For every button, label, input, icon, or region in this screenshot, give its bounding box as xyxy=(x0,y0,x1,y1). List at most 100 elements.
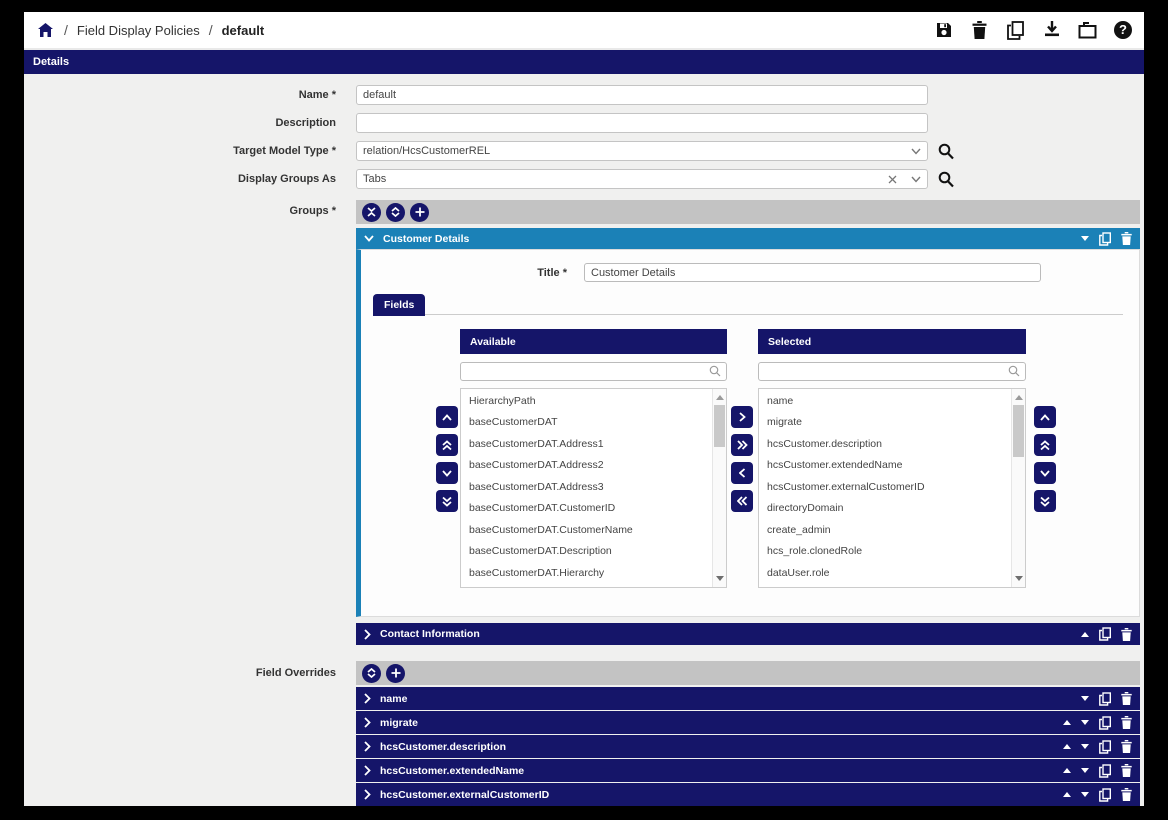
move-all-right-button[interactable] xyxy=(731,434,753,456)
clone-override-icon[interactable] xyxy=(1099,764,1111,778)
selected-list-item[interactable]: hcsCustomer.description xyxy=(759,434,1025,456)
selected-list-item[interactable]: dataUser.role xyxy=(759,563,1025,585)
selected-list-item[interactable]: hcsCustomer.extendedName xyxy=(759,455,1025,477)
move-down-button[interactable] xyxy=(436,462,458,484)
delete-group-icon[interactable] xyxy=(1121,628,1132,641)
move-left-button[interactable] xyxy=(731,462,753,484)
home-icon[interactable] xyxy=(36,21,55,40)
chevron-right-icon[interactable] xyxy=(364,789,371,800)
collapse-all-button[interactable] xyxy=(362,203,381,222)
selected-list-item[interactable]: hcs_role.clonedRole xyxy=(759,541,1025,563)
scrollbar[interactable] xyxy=(1011,389,1025,587)
available-list-item[interactable]: baseCustomerDAT.CustomerName xyxy=(461,520,726,542)
download-icon[interactable] xyxy=(1042,21,1061,40)
expand-all-button[interactable] xyxy=(362,664,381,683)
field-override-row[interactable]: hcsCustomer.extendedName xyxy=(356,759,1140,782)
move-down-icon[interactable] xyxy=(1081,768,1089,773)
title-input[interactable] xyxy=(584,263,1041,282)
scroll-down-icon[interactable] xyxy=(713,572,726,585)
move-down-button[interactable] xyxy=(1034,462,1056,484)
move-up-icon[interactable] xyxy=(1063,792,1071,797)
available-list-item[interactable]: HierarchyPath xyxy=(461,391,726,413)
clone-group-icon[interactable] xyxy=(1099,232,1111,246)
move-up-icon[interactable] xyxy=(1081,632,1089,637)
add-override-button[interactable] xyxy=(386,664,405,683)
scroll-down-icon[interactable] xyxy=(1012,572,1025,585)
available-list-item[interactable]: baseCustomerDAT.Address2 xyxy=(461,455,726,477)
add-group-button[interactable] xyxy=(410,203,429,222)
available-list-item[interactable]: baseCustomerDAT.Address3 xyxy=(461,477,726,499)
move-down-icon[interactable] xyxy=(1081,696,1089,701)
delete-icon[interactable] xyxy=(970,21,989,40)
field-override-row[interactable]: hcsCustomer.externalCustomerID xyxy=(356,783,1140,806)
scroll-up-icon[interactable] xyxy=(1012,391,1025,404)
move-bottom-button[interactable] xyxy=(436,490,458,512)
field-override-row[interactable]: name xyxy=(356,687,1140,710)
chevron-down-icon[interactable] xyxy=(911,148,921,155)
clone-override-icon[interactable] xyxy=(1099,692,1111,706)
move-up-button[interactable] xyxy=(436,406,458,428)
delete-override-icon[interactable] xyxy=(1121,716,1132,729)
chevron-down-icon[interactable] xyxy=(364,235,374,242)
available-list-item[interactable]: baseCustomerDAT.CustomerID xyxy=(461,498,726,520)
chevron-right-icon[interactable] xyxy=(364,693,371,704)
chevron-right-icon[interactable] xyxy=(364,717,371,728)
delete-override-icon[interactable] xyxy=(1121,692,1132,705)
target-model-type-select[interactable]: relation/HcsCustomerREL xyxy=(356,141,928,161)
scroll-up-icon[interactable] xyxy=(713,391,726,404)
scrollbar[interactable] xyxy=(712,389,726,587)
description-input[interactable] xyxy=(356,113,928,133)
delete-group-icon[interactable] xyxy=(1121,232,1132,245)
move-down-icon[interactable] xyxy=(1081,720,1089,725)
scrollbar-thumb[interactable] xyxy=(714,405,725,447)
selected-list-item[interactable]: create_admin xyxy=(759,520,1025,542)
chevron-down-icon[interactable] xyxy=(911,176,921,183)
available-search-input[interactable] xyxy=(460,362,727,381)
group-header-contact-information[interactable]: Contact Information xyxy=(356,623,1140,645)
selected-list-item[interactable]: migrate xyxy=(759,412,1025,434)
chevron-right-icon[interactable] xyxy=(364,765,371,776)
move-up-button[interactable] xyxy=(1034,406,1056,428)
move-up-icon[interactable] xyxy=(1063,720,1071,725)
move-top-button[interactable] xyxy=(1034,434,1056,456)
move-down-icon[interactable] xyxy=(1081,744,1089,749)
move-right-button[interactable] xyxy=(731,406,753,428)
available-list-item[interactable]: baseCustomerDAT xyxy=(461,412,726,434)
field-override-row[interactable]: migrate xyxy=(356,711,1140,734)
move-up-icon[interactable] xyxy=(1063,768,1071,773)
field-override-row[interactable]: hcsCustomer.description xyxy=(356,735,1140,758)
selected-list-item[interactable]: hcsCustomer.externalCustomerID xyxy=(759,477,1025,499)
move-down-icon[interactable] xyxy=(1081,792,1089,797)
clear-icon[interactable] xyxy=(888,175,897,184)
clone-group-icon[interactable] xyxy=(1099,627,1111,641)
clone-override-icon[interactable] xyxy=(1099,740,1111,754)
name-input[interactable] xyxy=(356,85,928,105)
help-icon[interactable]: ? xyxy=(1114,21,1132,39)
move-up-icon[interactable] xyxy=(1063,744,1071,749)
selected-search-input[interactable] xyxy=(758,362,1026,381)
delete-override-icon[interactable] xyxy=(1121,740,1132,753)
breadcrumb-section[interactable]: Field Display Policies xyxy=(77,23,200,38)
selected-list-item[interactable]: directoryDomain xyxy=(759,498,1025,520)
chevron-right-icon[interactable] xyxy=(364,629,371,640)
search-lookup-icon[interactable] xyxy=(938,171,954,188)
delete-override-icon[interactable] xyxy=(1121,788,1132,801)
available-list-item[interactable]: baseCustomerDAT.Description xyxy=(461,541,726,563)
move-top-button[interactable] xyxy=(436,434,458,456)
available-list-item[interactable]: baseCustomerDAT.Hierarchy xyxy=(461,563,726,585)
display-groups-as-select[interactable]: Tabs xyxy=(356,169,928,189)
chevron-right-icon[interactable] xyxy=(364,741,371,752)
tab-details[interactable]: Details xyxy=(33,56,69,68)
clone-icon[interactable] xyxy=(1006,21,1025,40)
group-header-customer-details[interactable]: Customer Details xyxy=(356,228,1140,249)
move-all-left-button[interactable] xyxy=(731,490,753,512)
search-lookup-icon[interactable] xyxy=(938,143,954,160)
selected-list-item[interactable]: name xyxy=(759,391,1025,413)
clone-override-icon[interactable] xyxy=(1099,716,1111,730)
move-down-icon[interactable] xyxy=(1081,236,1089,241)
clone-override-icon[interactable] xyxy=(1099,788,1111,802)
save-icon[interactable] xyxy=(934,21,953,40)
move-bottom-button[interactable] xyxy=(1034,490,1056,512)
delete-override-icon[interactable] xyxy=(1121,764,1132,777)
move-window-icon[interactable] xyxy=(1078,21,1097,40)
